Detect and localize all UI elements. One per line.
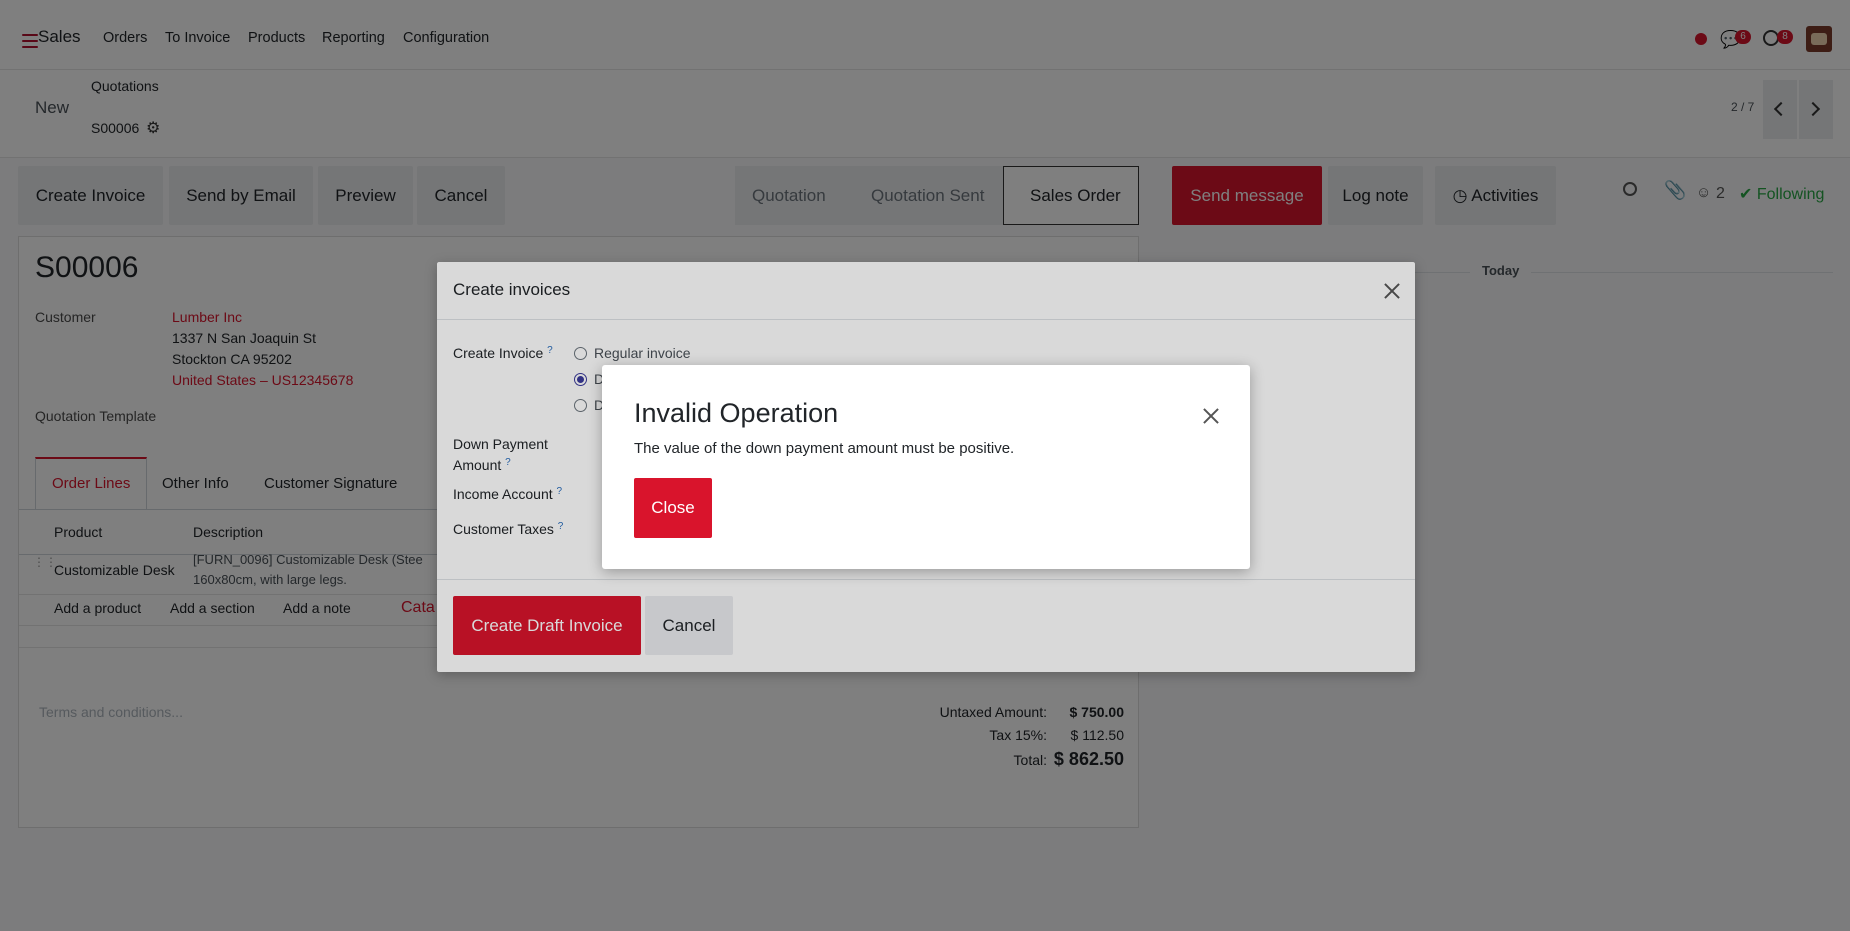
error-dialog: Invalid Operation The value of the down … <box>602 365 1250 569</box>
error-title: Invalid Operation <box>634 398 839 428</box>
error-message: The value of the down payment amount mus… <box>634 440 1015 457</box>
app-root: Sales Orders To Invoice Products Reporti… <box>0 0 1850 931</box>
error-close-icon[interactable] <box>1202 407 1220 425</box>
error-close-button[interactable]: Close <box>634 478 712 538</box>
